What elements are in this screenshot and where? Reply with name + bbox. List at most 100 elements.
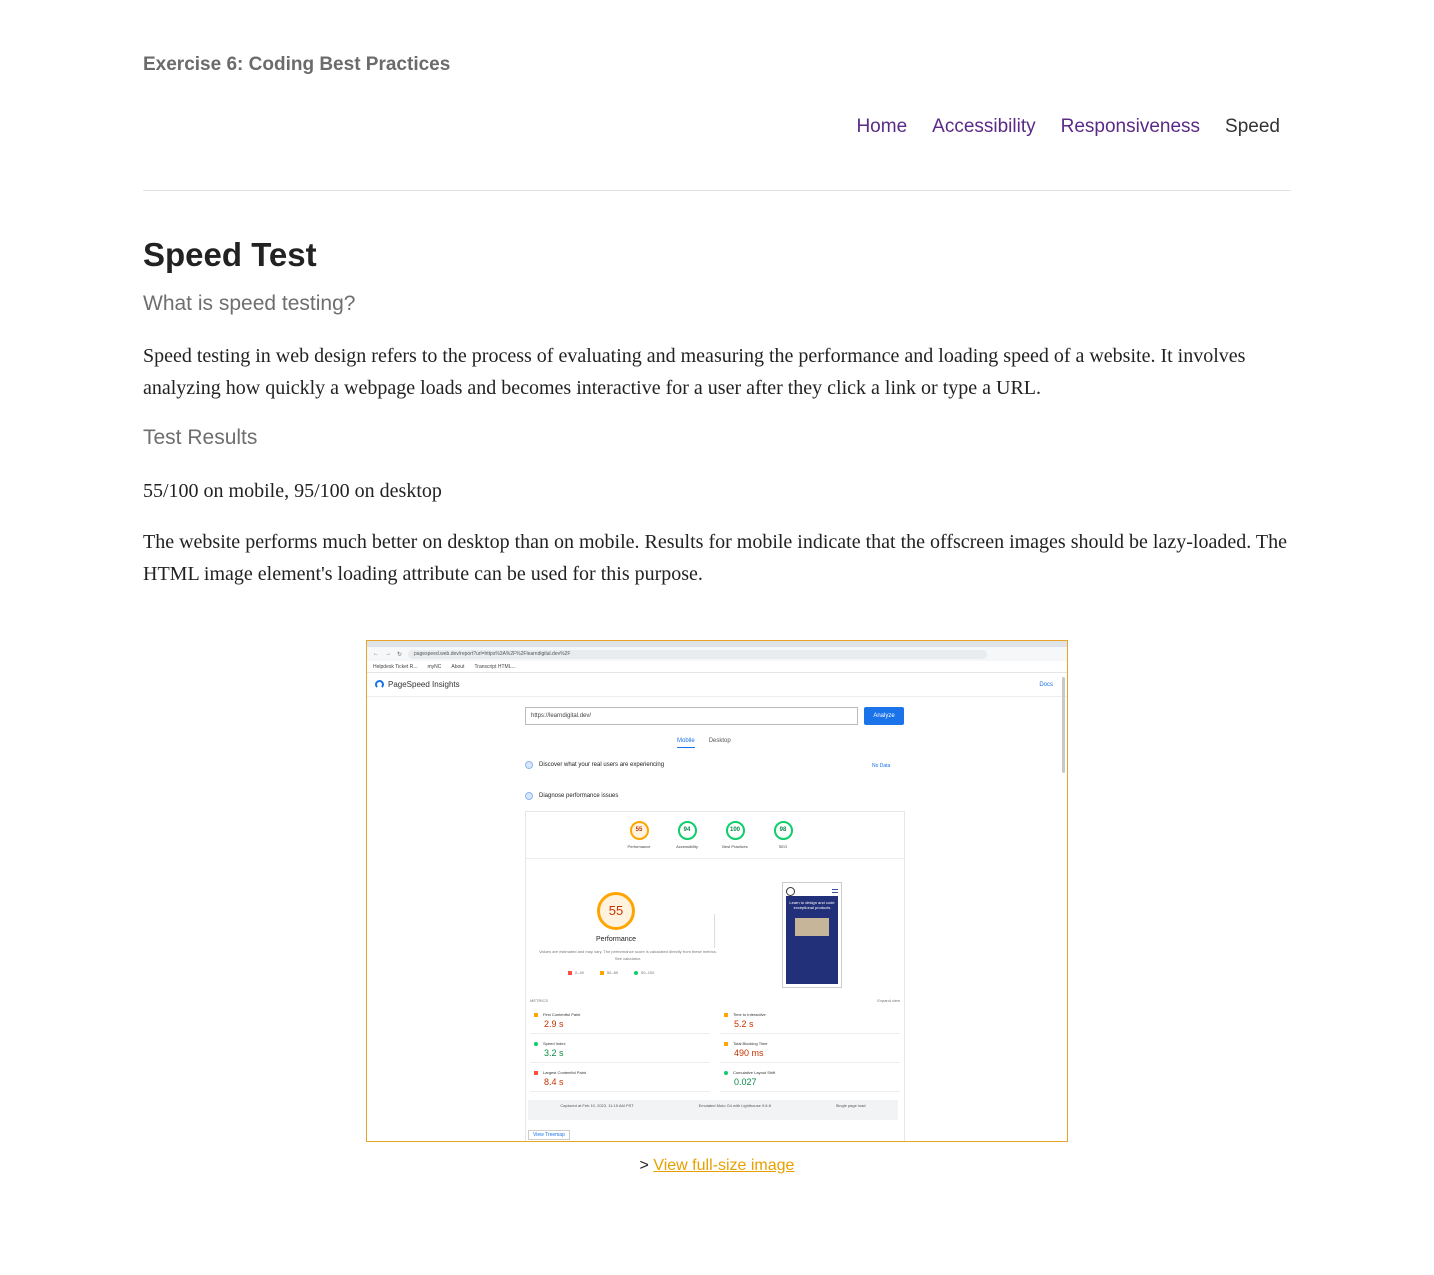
preview-screen: Learn to design and code exceptional pro… xyxy=(786,896,838,984)
metric-name: Total Blocking Time xyxy=(720,1041,900,1046)
caption-prefix: > xyxy=(639,1157,649,1174)
metric-value: 0.027 xyxy=(734,1077,757,1087)
discover-label: Discover what your real users are experi… xyxy=(539,762,665,768)
psi-docs-link: Docs xyxy=(1039,681,1053,688)
forward-icon: → xyxy=(385,651,391,657)
no-data-label: No Data xyxy=(872,763,891,769)
psi-logo: PageSpeed Insights xyxy=(375,680,460,689)
footer-item: Single page load xyxy=(835,1103,866,1108)
diagnose-label: Diagnose performance issues xyxy=(539,793,619,799)
intro-paragraph: Speed testing in web design refers to th… xyxy=(143,345,1246,399)
gauge-score: 98 xyxy=(773,821,793,840)
nav-speed[interactable]: Speed xyxy=(1225,116,1280,138)
metric-name: Largest Contentful Paint xyxy=(530,1070,710,1075)
psi-app-name: PageSpeed Insights xyxy=(388,680,460,689)
psi-analyze-button: Analyze xyxy=(864,707,904,725)
diagnose-row: Diagnose performance issues xyxy=(525,792,618,800)
metric-value: 5.2 s xyxy=(734,1019,754,1029)
screenshot-scrollbar xyxy=(1062,677,1065,773)
pagespeed-icon xyxy=(375,680,384,689)
preview-headline: Learn to design and code exceptional pro… xyxy=(789,900,835,910)
device-tabs: Mobile Desktop xyxy=(677,738,731,748)
metric-value: 2.9 s xyxy=(544,1019,564,1029)
gauge-score: 55 xyxy=(629,821,649,840)
tab-mobile: Mobile xyxy=(677,738,695,748)
psi-url-input: https://learndigital.dev/ xyxy=(525,707,858,725)
metric-cls: Cumulative Layout Shift 0.027 xyxy=(720,1070,900,1092)
nav-accessibility[interactable]: Accessibility xyxy=(932,116,1035,138)
performance-gauge: 55 xyxy=(597,892,635,930)
metric-fcp: First Contentful Paint 2.9 s xyxy=(530,1012,710,1034)
view-treemap-button: View Treemap xyxy=(528,1130,570,1140)
metric-name: First Contentful Paint xyxy=(530,1012,710,1017)
results-paragraph: The website performs much better on desk… xyxy=(143,531,1287,585)
bookmark-item: myNC xyxy=(427,663,442,670)
score-legend: 0–49 50–89 90–100 xyxy=(568,970,654,975)
legend-average: 50–89 xyxy=(600,970,618,975)
nav-responsiveness[interactable]: Responsiveness xyxy=(1061,116,1200,138)
report-footer: Captured at Feb 10, 2023, 11:15 AM PST E… xyxy=(528,1100,898,1120)
lighthouse-report: 55 Performance 94 Accessibility 100 Best… xyxy=(525,811,905,1141)
reload-icon: ↻ xyxy=(397,651,403,658)
main-nav: Home Accessibility Responsiveness Speed xyxy=(856,116,1280,138)
gauge-label: Accessibility xyxy=(676,844,698,849)
gauge-seo: 98 SEO xyxy=(771,821,795,849)
metric-tti: Time to Interactive 5.2 s xyxy=(720,1012,900,1034)
bookmark-item: Helpdesk Ticket R... xyxy=(373,663,418,670)
view-full-size-link[interactable]: View full-size image xyxy=(653,1157,794,1174)
legend-pass: 90–100 xyxy=(634,970,654,975)
metric-value: 3.2 s xyxy=(544,1048,564,1058)
main-content: Speed Test What is speed testing? Speed … xyxy=(143,236,1293,590)
section-heading-what: What is speed testing? xyxy=(143,292,356,315)
gauge-accessibility: 94 Accessibility xyxy=(675,821,699,849)
preview-image xyxy=(795,918,829,936)
score-gauges: 55 Performance 94 Accessibility 100 Best… xyxy=(627,821,795,849)
metric-name: Cumulative Layout Shift xyxy=(720,1070,900,1075)
gauge-best-practices: 100 Best Practices xyxy=(722,821,748,849)
page-title: Speed Test xyxy=(143,236,317,273)
image-caption: > View full-size image xyxy=(0,1157,1434,1175)
performance-label: Performance xyxy=(596,936,637,943)
browser-urlbar: ← → ↻ pagespeed.web.dev/report?url=https… xyxy=(367,647,1067,661)
pagespeed-screenshot[interactable]: ← → ↻ pagespeed.web.dev/report?url=https… xyxy=(366,640,1068,1142)
report-divider xyxy=(526,858,904,859)
gauge-label: Best Practices xyxy=(722,844,748,849)
footer-item: Emulated Moto G4 with Lighthouse 9.6.8 xyxy=(698,1103,771,1108)
performance-note: Values are estimated and may vary. The p… xyxy=(539,949,717,961)
expand-view-link: Expand view xyxy=(877,998,900,1003)
metric-name: Time to Interactive xyxy=(720,1012,900,1017)
page-preview: Learn to design and code exceptional pro… xyxy=(782,882,842,988)
users-icon xyxy=(525,761,533,769)
diagnose-icon xyxy=(525,792,533,800)
menu-icon xyxy=(832,889,838,893)
site-logo-icon xyxy=(786,886,795,896)
metrics-header: METRICS Expand view xyxy=(530,998,900,1003)
back-icon: ← xyxy=(373,651,379,657)
metric-value: 490 ms xyxy=(734,1048,764,1058)
tab-desktop: Desktop xyxy=(708,738,731,744)
url-field: pagespeed.web.dev/report?url=https%3A%2F… xyxy=(408,649,987,659)
psi-header: PageSpeed Insights Docs xyxy=(367,673,1067,697)
footer-item: Captured at Feb 10, 2023, 11:15 AM PST xyxy=(560,1103,634,1108)
gauge-score: 100 xyxy=(725,821,745,840)
bookmark-item: About xyxy=(451,663,465,670)
discover-row: Discover what your real users are experi… xyxy=(525,761,664,769)
gauge-score: 94 xyxy=(677,821,697,840)
gauge-performance: 55 Performance xyxy=(627,821,651,849)
section-heading-results: Test Results xyxy=(143,426,258,449)
nav-home[interactable]: Home xyxy=(856,116,907,138)
metric-value: 8.4 s xyxy=(544,1077,564,1087)
site-title: Exercise 6: Coding Best Practices xyxy=(143,54,451,75)
metrics-label: METRICS xyxy=(530,998,548,1003)
metric-name: Speed Index xyxy=(530,1041,710,1046)
analyze-row: https://learndigital.dev/ Analyze xyxy=(525,707,904,725)
metric-speed-index: Speed Index 3.2 s xyxy=(530,1041,710,1063)
vertical-divider xyxy=(714,914,715,948)
gauge-label: SEO xyxy=(778,844,788,849)
legend-fail: 0–49 xyxy=(568,970,584,975)
metric-tbt: Total Blocking Time 490 ms xyxy=(720,1041,900,1063)
gauge-label: Performance xyxy=(627,844,651,849)
bookmarks-bar: Helpdesk Ticket R... myNC About Transcri… xyxy=(367,661,1067,673)
metric-lcp: Largest Contentful Paint 8.4 s xyxy=(530,1070,710,1092)
bookmark-item: Transcript HTML... xyxy=(474,663,516,670)
